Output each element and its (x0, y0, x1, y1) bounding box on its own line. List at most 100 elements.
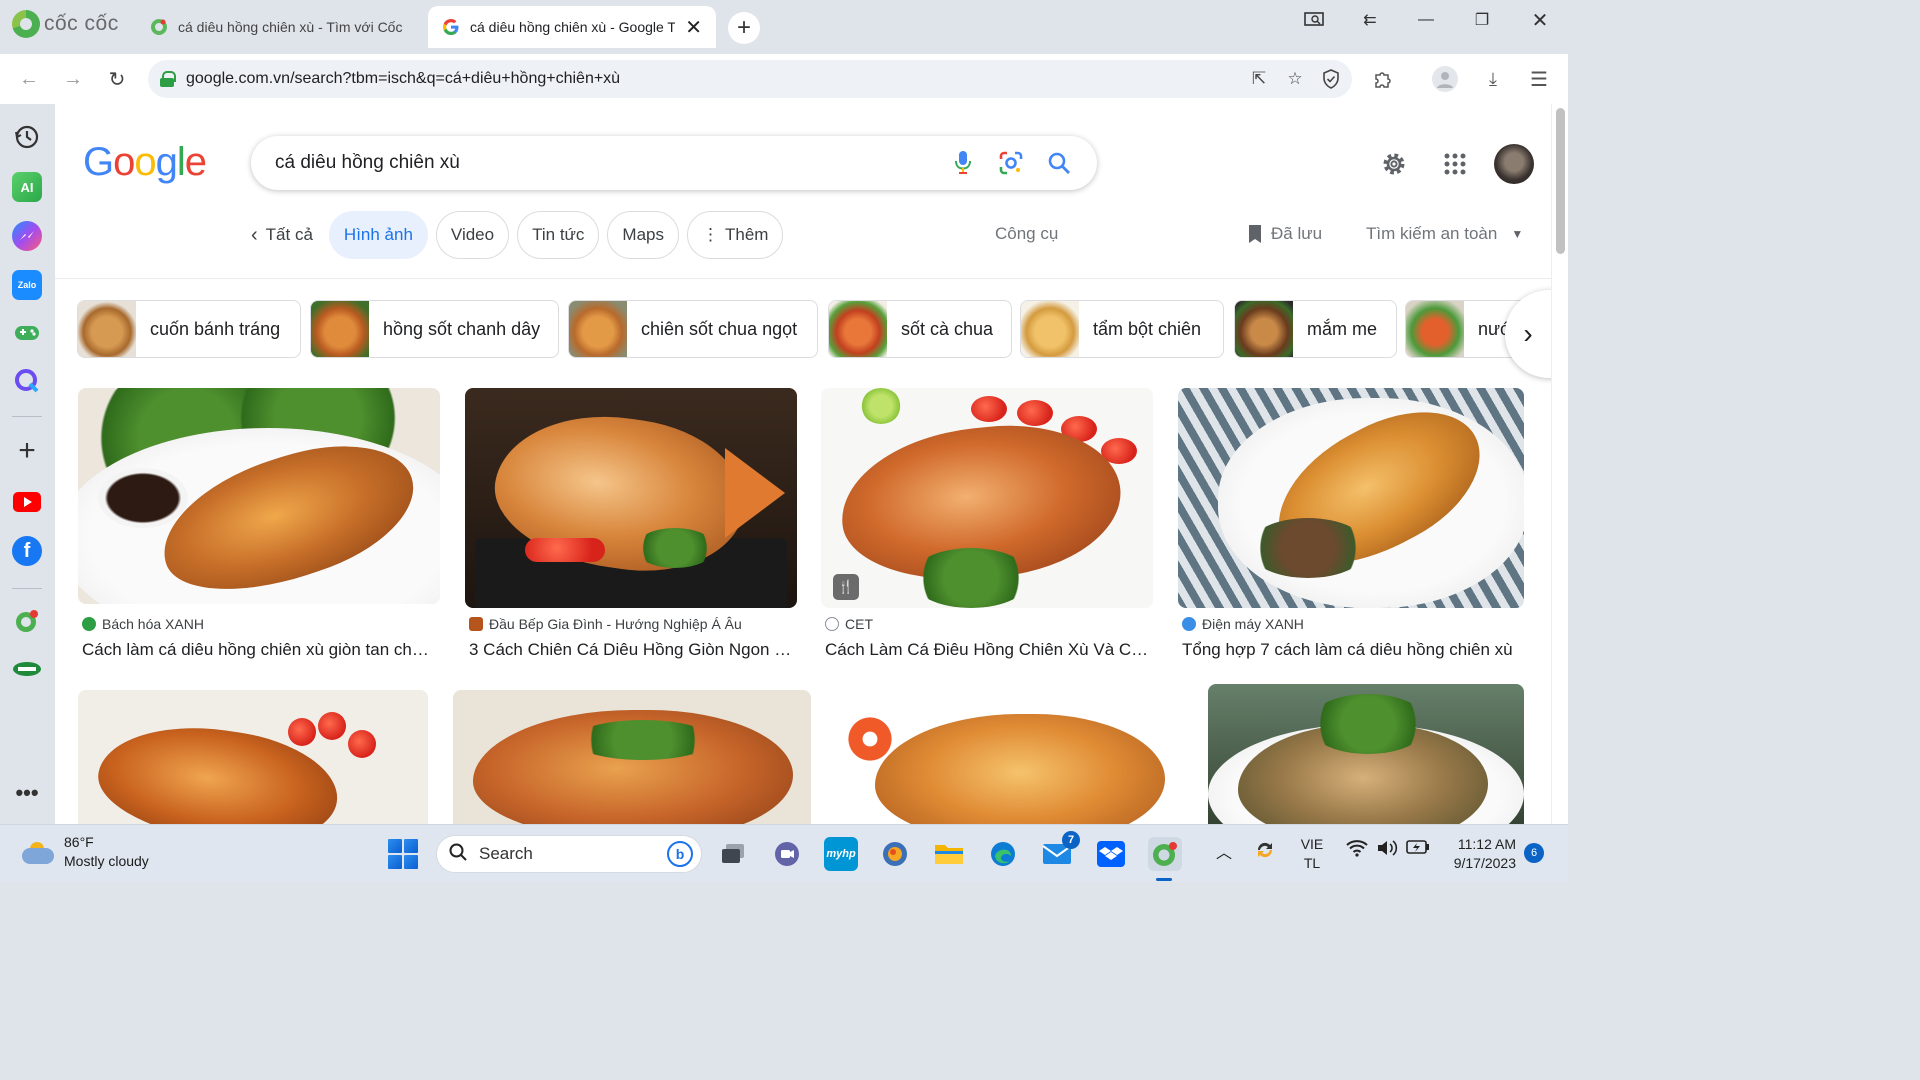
back-arrow-icon[interactable]: ← (14, 64, 44, 94)
microphone-icon[interactable] (945, 145, 981, 181)
saved-button[interactable]: Đã lưu (1247, 224, 1322, 244)
image-result[interactable]: Điện máy XANH Tổng hợp 7 cách làm cá diê… (1178, 388, 1524, 678)
image-result[interactable] (453, 690, 811, 824)
image-result[interactable] (1208, 684, 1524, 824)
notification-badge[interactable]: 6 (1524, 843, 1544, 863)
lens-camera-icon[interactable] (993, 145, 1029, 181)
screen-capture-icon[interactable] (1292, 6, 1336, 34)
bookmark-star-icon[interactable]: ☆ (1284, 68, 1306, 90)
result-source[interactable]: Đầu Bếp Gia Đình - Hướng Nghiệp Á Âu (469, 616, 742, 632)
page-scrollbar[interactable] (1551, 104, 1568, 824)
coccoc-taskbar-icon[interactable] (1148, 837, 1182, 871)
volume-icon[interactable] (1376, 839, 1398, 857)
image-result[interactable]: Đầu Bếp Gia Đình - Hướng Nghiệp Á Âu 3 C… (465, 388, 797, 678)
apps-grid-icon[interactable] (1435, 144, 1475, 184)
related-search-chip[interactable]: cuốn bánh tráng (77, 300, 301, 358)
url-text[interactable]: google.com.vn/search?tbm=isch&q=cá+diêu+… (186, 70, 620, 88)
related-search-chip[interactable]: sốt cà chua (828, 300, 1012, 358)
taskbar-search[interactable]: Search b (436, 835, 702, 873)
forward-arrow-icon[interactable]: → (58, 64, 88, 94)
menu-icon[interactable]: ☰ (1526, 66, 1552, 92)
facebook-icon[interactable]: f (12, 536, 42, 566)
language-indicator[interactable]: VIE TL (1298, 835, 1326, 873)
zalo-icon[interactable]: Zalo (12, 270, 42, 300)
related-search-chip[interactable]: hồng sốt chanh dây (310, 300, 559, 358)
taskbar-clock[interactable]: 11:12 AM 9/17/2023 (1440, 835, 1516, 873)
filter-all[interactable]: ‹ Tất cả (251, 211, 321, 259)
filter-video[interactable]: Video (435, 211, 510, 259)
safesearch-dropdown[interactable]: Tìm kiếm an toàn ▼ (1366, 224, 1523, 244)
result-image[interactable] (835, 684, 1183, 824)
result-image[interactable] (453, 690, 811, 824)
result-source[interactable]: CET (825, 616, 873, 632)
teams-chat-icon[interactable] (770, 837, 804, 871)
mail-icon[interactable]: 7 (1040, 831, 1080, 871)
reload-icon[interactable]: ↻ (102, 64, 132, 94)
profile-icon[interactable] (1432, 66, 1458, 92)
account-avatar[interactable] (1494, 144, 1534, 184)
firefox-like-icon[interactable] (878, 837, 912, 871)
sync-icon[interactable] (1254, 839, 1276, 861)
new-tab-button[interactable]: + (728, 12, 760, 44)
close-tab-icon[interactable]: ✕ (685, 15, 702, 40)
myhp-icon[interactable]: myhp (824, 837, 858, 871)
windows-start-icon[interactable] (388, 839, 418, 869)
result-image[interactable] (78, 690, 428, 824)
heineken-icon[interactable] (12, 654, 42, 684)
settings-gear-icon[interactable] (1374, 144, 1414, 184)
related-search-chip[interactable]: mắm me (1234, 300, 1397, 358)
result-title[interactable]: Tổng hợp 7 cách làm cá diêu hồng chiên x… (1182, 640, 1522, 660)
related-search-chip[interactable]: chiên sốt chua ngọt (568, 300, 818, 358)
minimize-icon[interactable]: — (1404, 6, 1448, 34)
google-logo[interactable]: Google (83, 140, 207, 185)
search-box[interactable]: cá diêu hồng chiên xù (251, 136, 1097, 190)
image-result[interactable]: 🍴 CET Cách Làm Cá Điêu Hồng Chiên Xù Và … (821, 388, 1153, 678)
result-image[interactable] (1208, 684, 1524, 824)
coccoc-brand[interactable]: cốc cốc (12, 10, 119, 38)
wifi-icon[interactable] (1346, 839, 1368, 857)
file-explorer-icon[interactable] (932, 837, 966, 871)
result-image[interactable] (465, 388, 797, 608)
result-source[interactable]: Bách hóa XANH (82, 616, 204, 632)
history-icon[interactable] (12, 122, 42, 152)
shield-icon[interactable] (1320, 68, 1342, 90)
q-icon[interactable] (12, 366, 42, 396)
lock-icon[interactable] (160, 71, 176, 87)
result-title[interactable]: Cách làm cá diêu hồng chiên xù giòn tan … (82, 640, 438, 660)
result-image[interactable] (1178, 388, 1524, 608)
back-history-icon[interactable]: ⇇ (1348, 6, 1392, 34)
restore-icon[interactable]: ❐ (1460, 6, 1504, 34)
ai-icon[interactable]: AI (12, 172, 42, 202)
weather-widget[interactable]: 86°F Mostly cloudy (22, 833, 149, 871)
result-title[interactable]: Cách Làm Cá Điêu Hồng Chiên Xù Và Cách B… (825, 640, 1151, 660)
search-input[interactable]: cá diêu hồng chiên xù (275, 152, 945, 174)
image-result[interactable] (835, 684, 1183, 824)
related-search-chip[interactable]: tẩm bột chiên (1020, 300, 1224, 358)
battery-icon[interactable] (1406, 839, 1430, 855)
add-icon[interactable]: + (12, 434, 42, 467)
result-image[interactable] (78, 388, 440, 604)
task-view-icon[interactable] (716, 837, 750, 871)
chevron-up-icon[interactable]: ︿ (1216, 839, 1232, 863)
image-result[interactable] (78, 690, 428, 824)
close-window-icon[interactable]: ✕ (1518, 6, 1562, 34)
extensions-puzzle-icon[interactable] (1370, 66, 1396, 92)
download-icon[interactable]: ⤓ (1480, 66, 1506, 92)
share-icon[interactable]: ⇱ (1248, 68, 1270, 90)
scrollbar-thumb[interactable] (1556, 108, 1565, 254)
game-icon[interactable] (12, 318, 42, 348)
bing-icon[interactable]: b (667, 841, 693, 867)
result-source[interactable]: Điện máy XANH (1182, 616, 1304, 632)
coccoc-icon[interactable] (12, 606, 42, 636)
search-icon[interactable] (1041, 145, 1077, 181)
tools-button[interactable]: Công cụ (995, 224, 1058, 244)
messenger-icon[interactable] (12, 221, 42, 251)
tab-google-search[interactable]: cá diêu hồng chiên xù - Google Tìm kiếm … (428, 6, 716, 48)
youtube-icon[interactable] (12, 487, 42, 517)
filter-maps[interactable]: Maps (607, 211, 679, 259)
dropbox-icon[interactable] (1094, 837, 1128, 871)
result-image[interactable] (821, 388, 1153, 608)
result-title[interactable]: 3 Cách Chiên Cá Diêu Hồng Giòn Ngon Đơn … (469, 640, 795, 660)
filter-news[interactable]: Tin tức (517, 211, 600, 259)
tab-coccoc-search[interactable]: cá diêu hồng chiên xù - Tìm với Cốc Cốc (136, 6, 420, 48)
